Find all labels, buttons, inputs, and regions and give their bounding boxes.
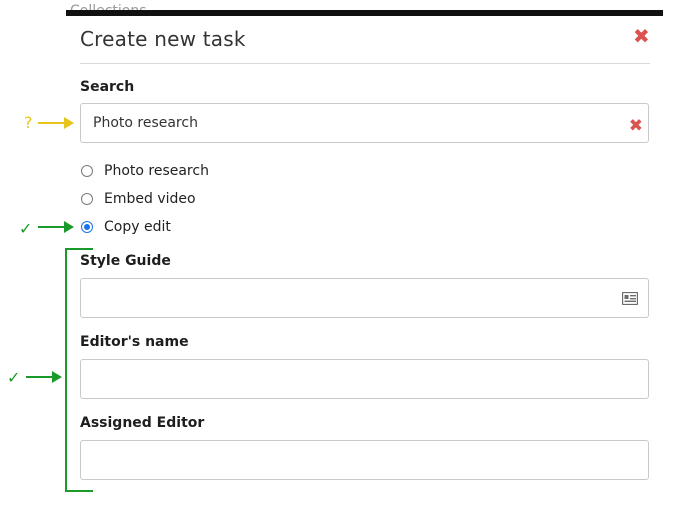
radio-button[interactable] (81, 193, 93, 205)
assigned-editor-label: Assigned Editor (80, 415, 205, 431)
search-input[interactable]: Photo research ✖ (80, 103, 649, 143)
style-guide-label: Style Guide (80, 253, 171, 269)
green-arrow-icon (38, 221, 74, 233)
radio-label: Embed video (104, 191, 196, 207)
check-mark-annotation: ✓ (19, 219, 33, 238)
green-arrow-icon (26, 371, 62, 383)
radio-button[interactable] (81, 165, 93, 177)
check-mark-annotation: ✓ (7, 368, 21, 387)
radio-button-selected[interactable] (81, 221, 93, 233)
radio-label: Copy edit (104, 219, 171, 235)
radio-label: Photo research (104, 163, 209, 179)
editors-name-input[interactable] (80, 359, 649, 399)
radio-option-embed-video[interactable]: Embed video (80, 189, 196, 209)
id-card-icon[interactable] (622, 292, 638, 305)
editors-name-label: Editor's name (80, 334, 189, 350)
clear-x-icon[interactable]: ✖ (629, 118, 643, 135)
dialog-title: Create new task (80, 27, 246, 51)
search-input-value: Photo research (93, 115, 198, 131)
radio-option-copy-edit[interactable]: Copy edit (80, 217, 171, 237)
search-label: Search (80, 79, 135, 95)
green-bracket (65, 248, 93, 492)
close-icon[interactable]: ✖ (633, 26, 653, 46)
style-guide-input[interactable] (80, 278, 649, 318)
assigned-editor-input[interactable] (80, 440, 649, 480)
title-divider (80, 63, 650, 64)
radio-option-photo-research[interactable]: Photo research (80, 161, 209, 181)
yellow-arrow-icon (38, 117, 74, 129)
question-mark-annotation: ? (24, 113, 33, 132)
